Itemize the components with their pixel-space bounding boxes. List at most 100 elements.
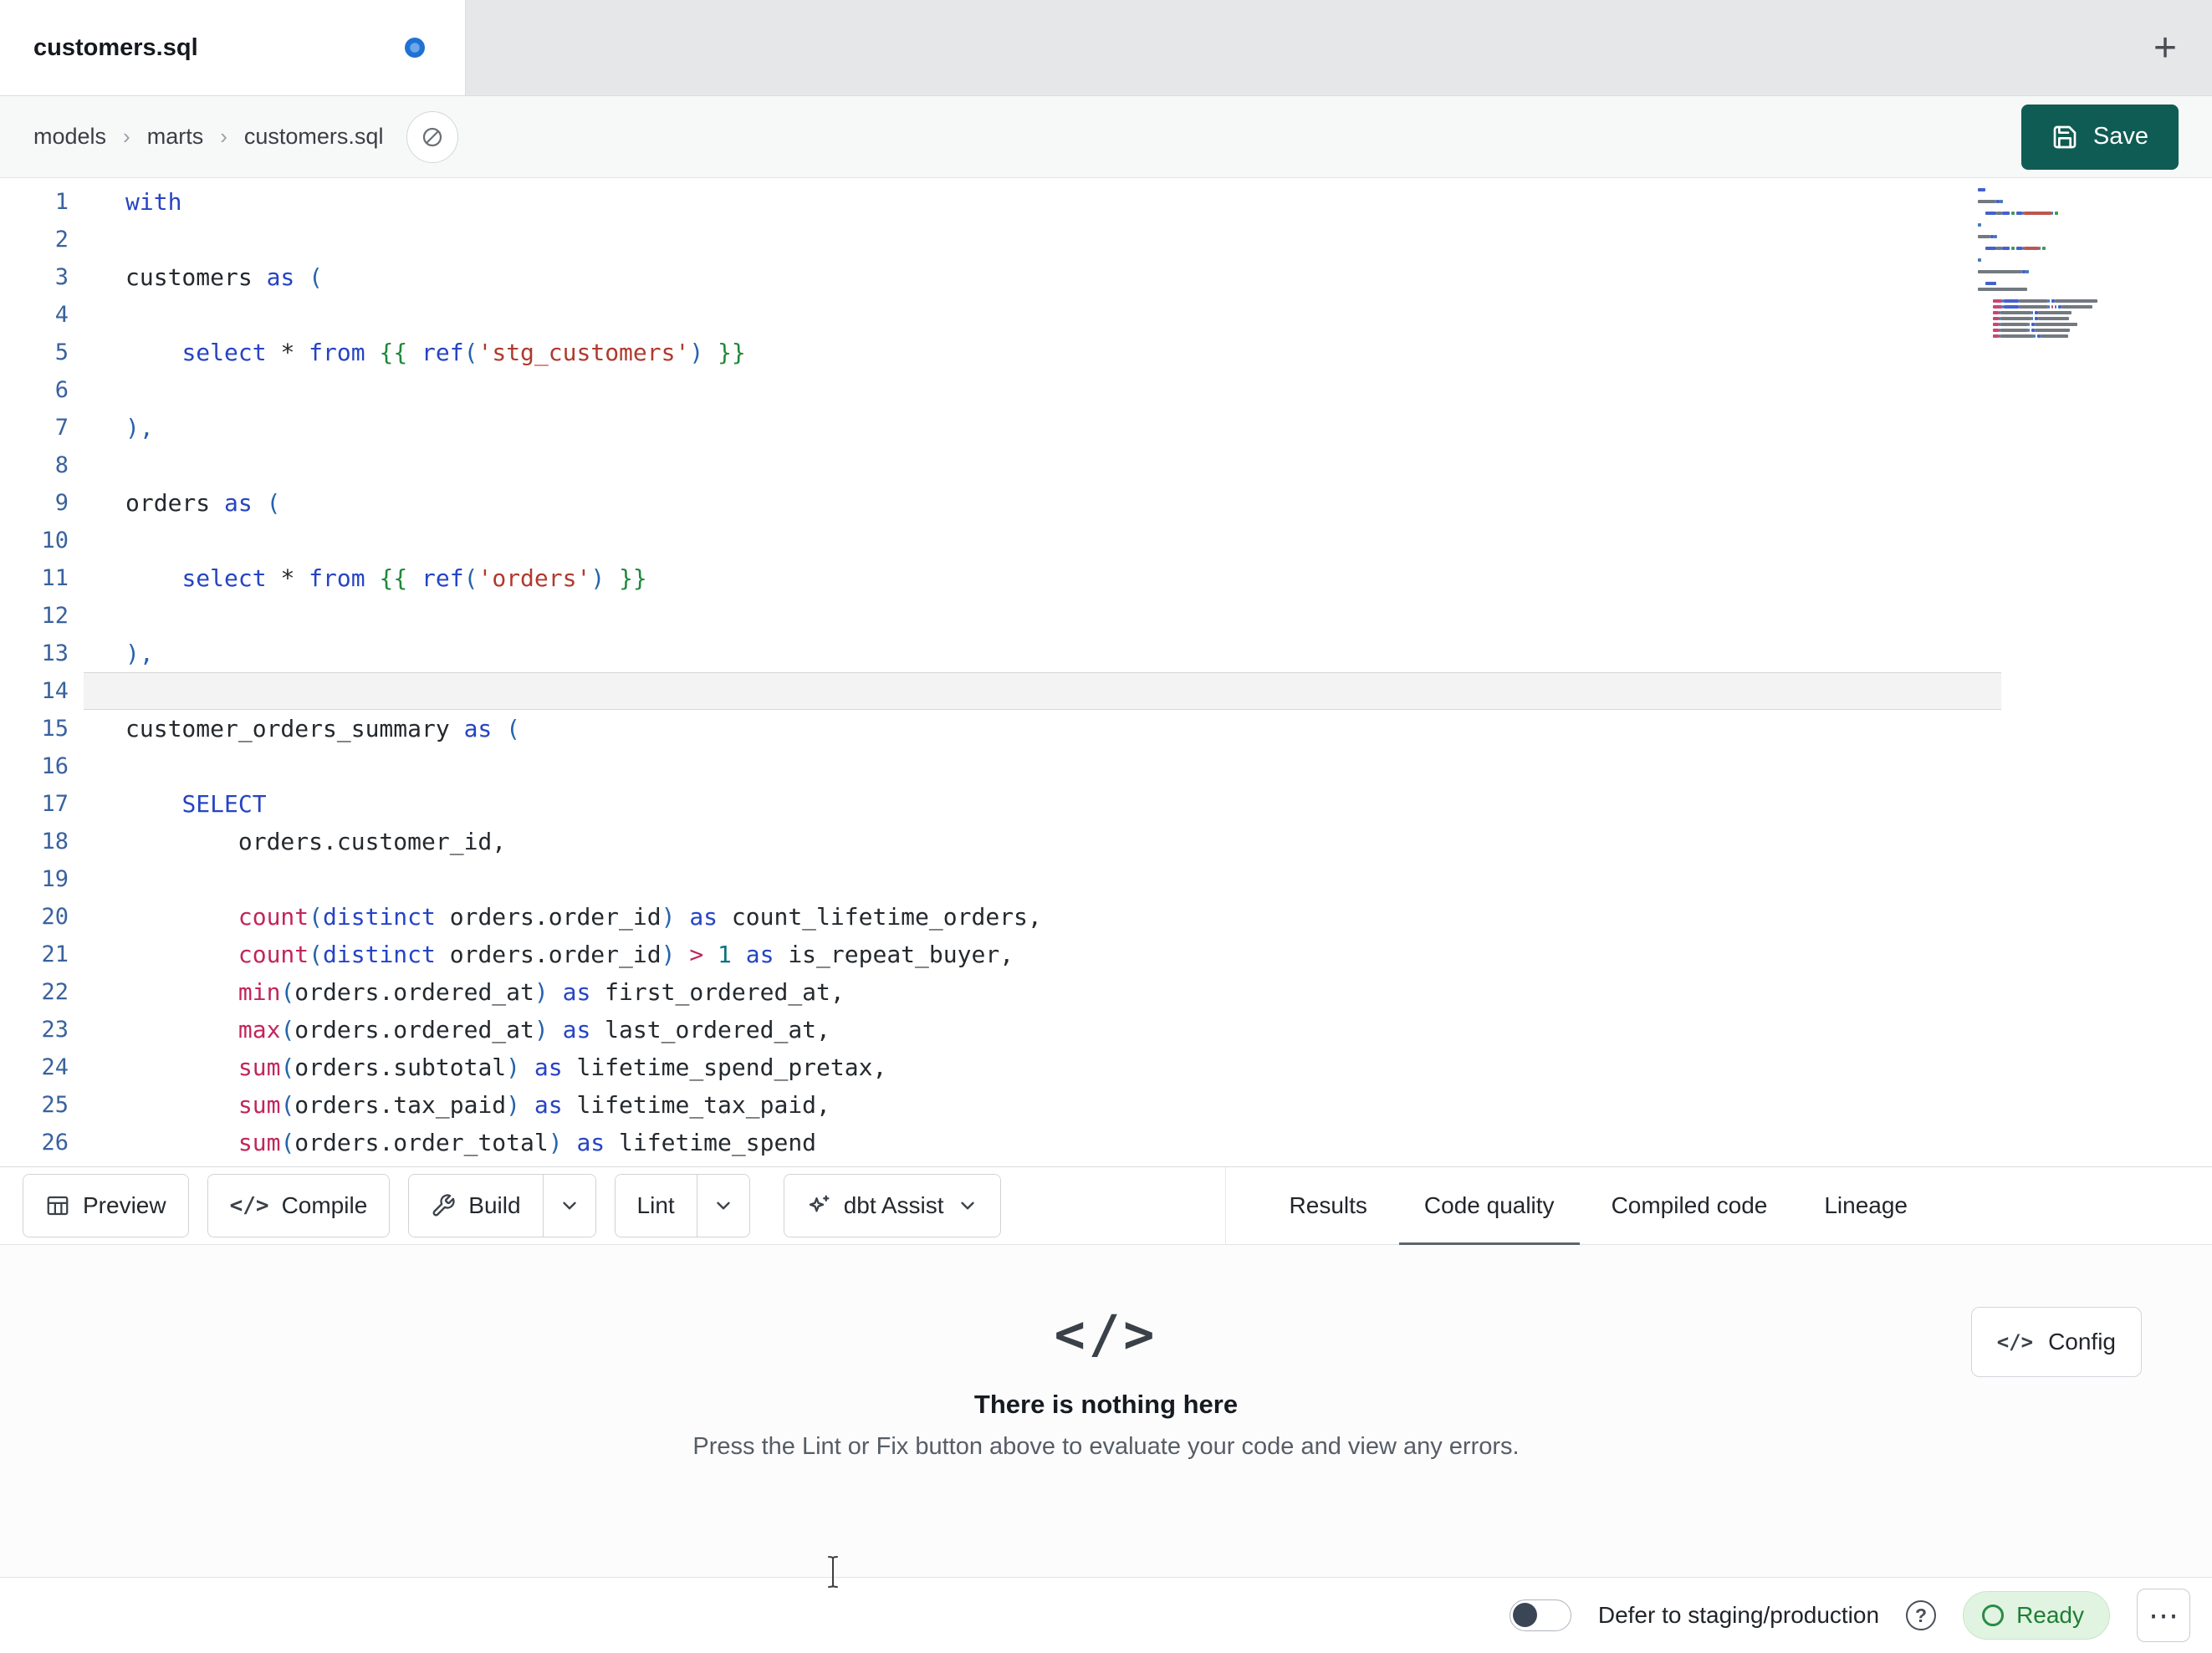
compile-button-group: </> Compile xyxy=(207,1174,391,1237)
dbt-assist-button[interactable]: dbt Assist xyxy=(784,1175,1000,1237)
overflow-menu-button[interactable]: ⋯ xyxy=(2137,1589,2190,1642)
dbt-assist-button-group: dbt Assist xyxy=(783,1174,1001,1237)
line-number: 21 xyxy=(41,941,69,967)
code-line-text: select * from {{ ref('orders') }} xyxy=(181,564,647,592)
save-button[interactable]: Save xyxy=(2020,104,2179,170)
code-line[interactable]: 24 sum(orders.subtotal) as lifetime_spen… xyxy=(0,1048,2212,1086)
code-line[interactable]: 4 xyxy=(0,296,2212,334)
chevron-down-icon xyxy=(716,1201,730,1210)
code-line[interactable]: 3 customers as ( xyxy=(0,258,2212,296)
line-number: 4 xyxy=(54,302,69,328)
code-line[interactable]: 10 xyxy=(0,522,2212,559)
code-line[interactable]: 9 orders as ( xyxy=(0,484,2212,522)
code-line[interactable]: 7), xyxy=(0,409,2212,446)
code-line[interactable]: 20 count(distinct orders.order_id) as co… xyxy=(0,898,2212,936)
line-number: 19 xyxy=(41,866,69,892)
code-line[interactable]: 13), xyxy=(0,635,2212,672)
breadcrumb-separator-icon: › xyxy=(123,124,130,149)
empty-state-subtitle: Press the Lint or Fix button above to ev… xyxy=(692,1433,1520,1460)
compile-button-label: Compile xyxy=(281,1192,368,1218)
line-number: 7 xyxy=(54,415,69,441)
line-number: 1 xyxy=(54,189,69,215)
line-number: 2 xyxy=(54,227,69,253)
code-icon: </> xyxy=(1996,1330,2034,1354)
new-tab-button[interactable]: + xyxy=(2142,0,2189,96)
preview-button-group: Preview xyxy=(23,1174,189,1237)
code-line[interactable]: 18 orders.customer_id, xyxy=(0,823,2212,860)
tab-customers-sql[interactable]: customers.sql xyxy=(0,0,466,95)
breadcrumb-item-marts[interactable]: marts xyxy=(147,124,204,150)
code-line[interactable]: 12 xyxy=(0,597,2212,635)
chevron-down-icon xyxy=(960,1201,974,1210)
code-line[interactable]: 17 SELECT xyxy=(0,785,2212,823)
table-icon xyxy=(47,1196,69,1216)
tab-compiled-code[interactable]: Compiled code xyxy=(1583,1167,1796,1244)
code-line[interactable]: 22 min(orders.ordered_at) as first_order… xyxy=(0,973,2212,1011)
code-line[interactable]: 26 sum(orders.order_total) as lifetime_s… xyxy=(0,1124,2212,1161)
code-line-text: sum(orders.subtotal) as lifetime_spend_p… xyxy=(238,1054,887,1081)
preview-button[interactable]: Preview xyxy=(23,1175,188,1237)
line-number: 22 xyxy=(41,979,69,1005)
code-line[interactable]: 15 customer_orders_summary as ( xyxy=(0,710,2212,747)
breadcrumb-item-models[interactable]: models xyxy=(33,124,106,150)
chevron-down-icon xyxy=(562,1201,576,1210)
defer-toggle[interactable] xyxy=(1509,1599,1571,1631)
empty-state-title: There is nothing here xyxy=(973,1390,1239,1419)
defer-label: Defer to staging/production xyxy=(1597,1602,1880,1628)
code-icon: </> xyxy=(1054,1304,1158,1365)
code-line[interactable]: 6 xyxy=(0,371,2212,409)
ready-ring-icon xyxy=(1982,1605,2005,1626)
tab-lineage[interactable]: Lineage xyxy=(1796,1167,1936,1244)
toolbar-divider xyxy=(1224,1167,1226,1244)
code-line[interactable]: 16 xyxy=(0,747,2212,785)
tab-results[interactable]: Results xyxy=(1261,1167,1396,1244)
tab-title: customers.sql xyxy=(33,33,198,61)
code-line-text: ), xyxy=(125,640,154,667)
code-line[interactable]: 1 with xyxy=(0,183,2212,221)
build-button-group: Build xyxy=(408,1174,596,1237)
panel-tabs: Results Code quality Compiled code Lineage xyxy=(1261,1167,1936,1245)
code-line[interactable]: 14 xyxy=(0,672,2212,710)
code-line[interactable]: 5 select * from {{ ref('stg_customers') … xyxy=(0,334,2212,371)
config-button[interactable]: </> Config xyxy=(1970,1307,2142,1377)
code-line[interactable]: 8 xyxy=(0,446,2212,484)
code-line-text xyxy=(84,672,2001,710)
line-number: 5 xyxy=(54,339,69,365)
tab-code-quality[interactable]: Code quality xyxy=(1396,1167,1583,1245)
line-number: 14 xyxy=(41,678,69,704)
code-line-text: SELECT xyxy=(181,790,267,818)
build-button[interactable]: Build xyxy=(409,1175,543,1237)
sparkle-icon xyxy=(809,1195,830,1212)
code-line[interactable]: 21 count(distinct orders.order_id) > 1 a… xyxy=(0,936,2212,973)
build-hammer-icon xyxy=(432,1194,455,1217)
code-line-text: orders.customer_id, xyxy=(125,828,507,855)
build-dropdown-button[interactable] xyxy=(542,1175,595,1237)
help-icon[interactable]: ? xyxy=(1906,1600,1937,1630)
line-number: 9 xyxy=(54,490,69,516)
file-status-button[interactable] xyxy=(406,110,459,163)
status-badge: Ready xyxy=(1963,1591,2110,1640)
minimap[interactable] xyxy=(1978,188,2120,340)
save-button-label: Save xyxy=(2092,123,2148,150)
code-line-text: min(orders.ordered_at) as first_ordered_… xyxy=(238,978,845,1006)
code-line[interactable]: 19 xyxy=(0,860,2212,898)
breadcrumb-bar: models › marts › customers.sql Save xyxy=(0,96,2212,178)
lint-dropdown-button[interactable] xyxy=(696,1175,749,1237)
lint-button[interactable]: Lint xyxy=(615,1175,697,1237)
code-editor[interactable]: 1 with 2 3 customers as ( 4 5 select * from {{… xyxy=(0,178,2212,1166)
compile-button[interactable]: </> Compile xyxy=(207,1175,390,1237)
lint-button-label: Lint xyxy=(636,1192,675,1218)
code-line[interactable]: 25 sum(orders.tax_paid) as lifetime_tax_… xyxy=(0,1086,2212,1124)
line-number: 13 xyxy=(41,640,69,666)
code-line[interactable]: 23 max(orders.ordered_at) as last_ordere… xyxy=(0,1011,2212,1048)
code-line[interactable]: 11 select * from {{ ref('orders') }} xyxy=(0,559,2212,597)
code-line[interactable]: 2 xyxy=(0,221,2212,258)
dbt-assist-button-label: dbt Assist xyxy=(843,1192,944,1218)
code-line-text: orders as ( xyxy=(125,489,281,517)
